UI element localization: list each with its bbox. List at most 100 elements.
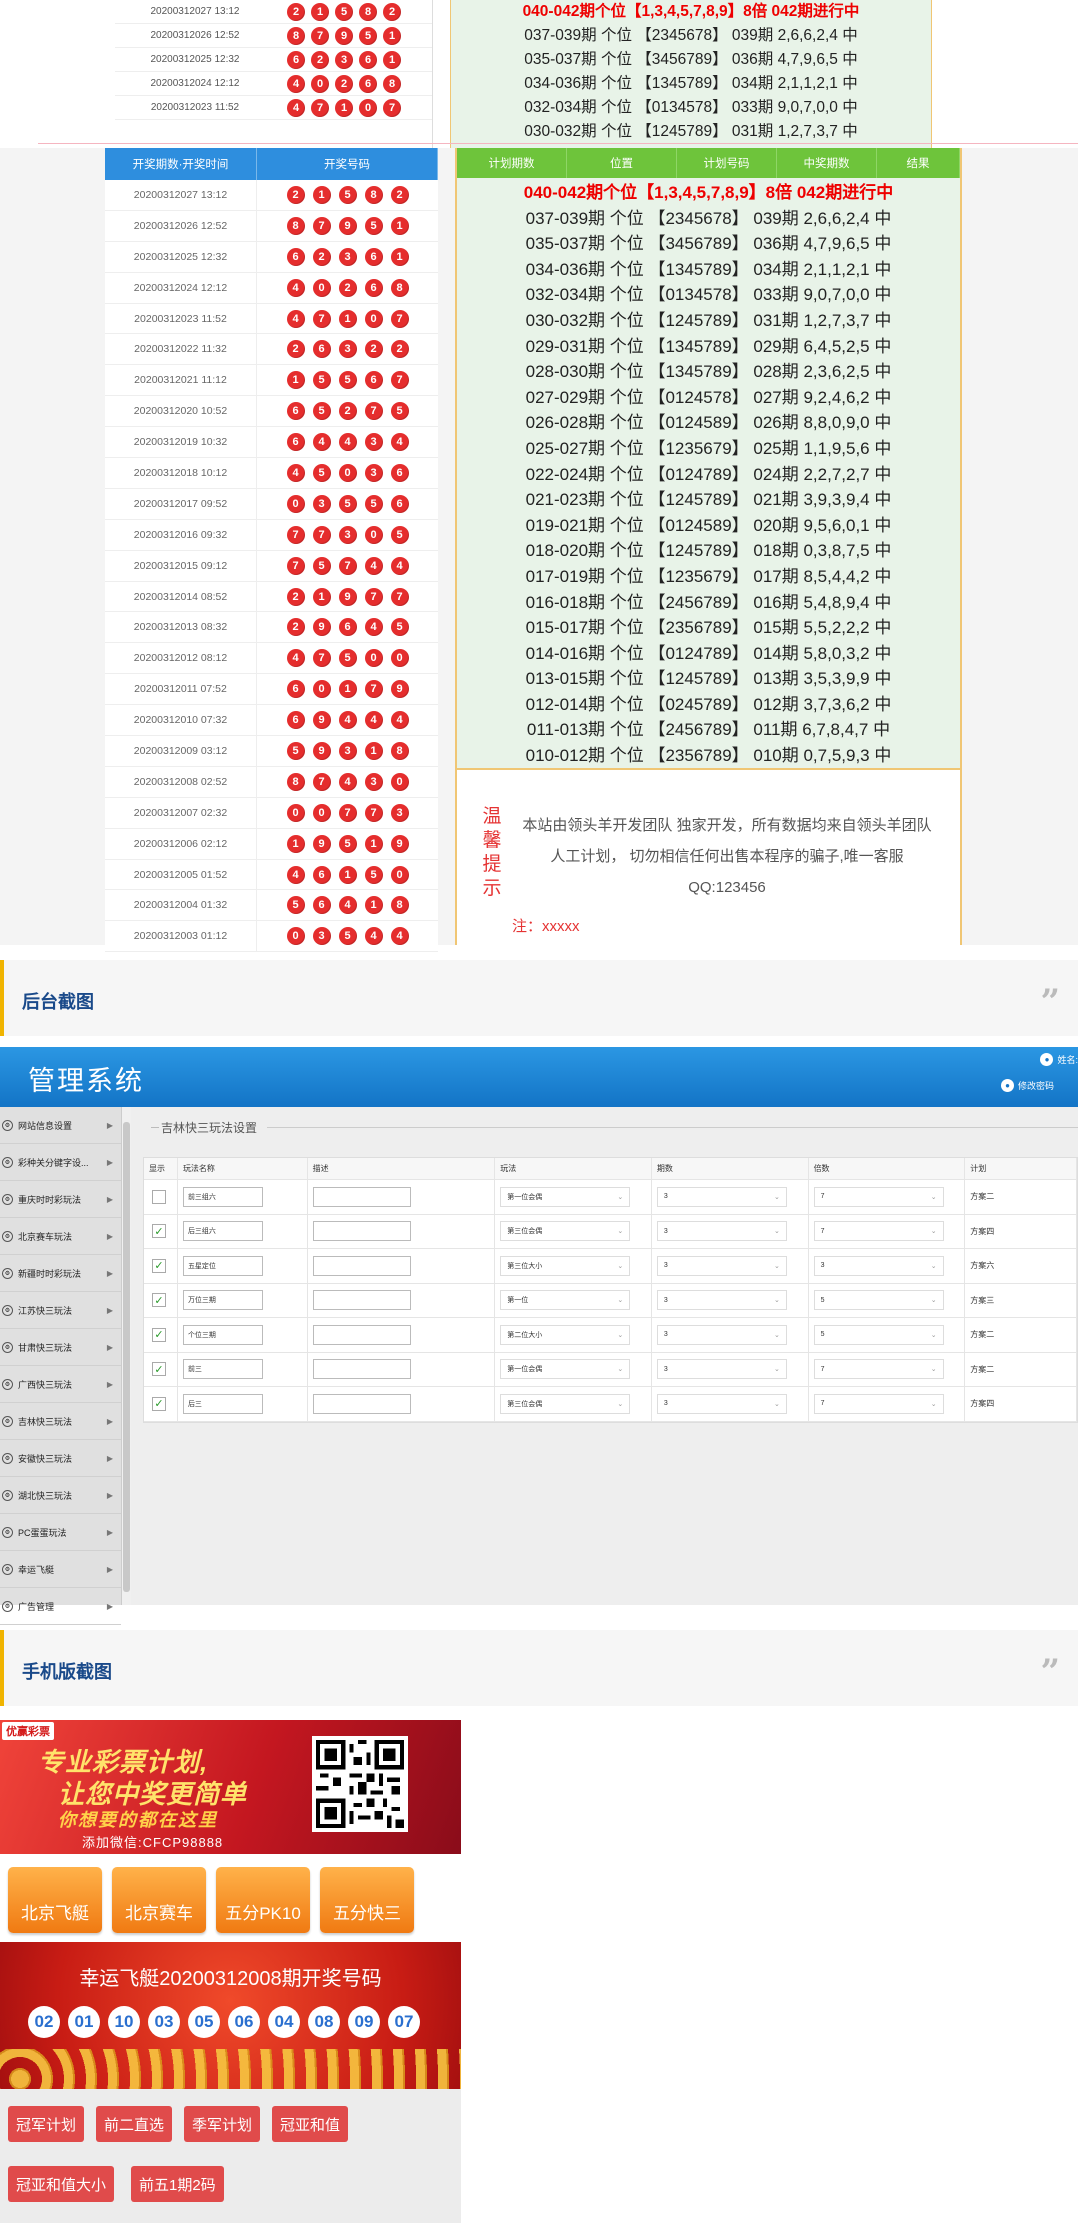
desc-input[interactable]: [312, 1290, 411, 1311]
sidebar-item[interactable]: ⚙ 广告管理 ▶: [0, 1588, 121, 1625]
periods-select[interactable]: 3 ⌄: [656, 1324, 787, 1345]
plan-value[interactable]: 方案二: [970, 1329, 994, 1340]
periods-select[interactable]: 3 ⌄: [656, 1359, 787, 1380]
select-value: 3: [663, 1365, 668, 1373]
desc-input[interactable]: [312, 1186, 411, 1207]
desc-input[interactable]: [312, 1221, 411, 1242]
plan-tab[interactable]: 冠军计划: [8, 2106, 85, 2142]
game-button[interactable]: 北京赛车: [112, 1867, 206, 1933]
table-row: ✓ 前三 第一位会偶 ⌄ 3 ⌄ 7 ⌄ 方案二: [144, 1352, 1077, 1387]
plan-value[interactable]: 方案二: [970, 1191, 994, 1202]
multiple-select[interactable]: 7 ⌄: [813, 1359, 944, 1380]
name-input[interactable]: 万位三期: [182, 1290, 263, 1311]
sidebar-item[interactable]: ⚙ PC蛋蛋玩法 ▶: [0, 1514, 121, 1551]
plan-value[interactable]: 方案四: [970, 1398, 994, 1409]
sidebar-item[interactable]: ⚙ 吉林快三玩法 ▶: [0, 1403, 121, 1440]
name-input[interactable]: 后三: [182, 1393, 263, 1414]
multiple-select[interactable]: 7 ⌄: [813, 1186, 944, 1207]
desc-input[interactable]: [312, 1393, 411, 1414]
show-checkbox[interactable]: ✓: [152, 1293, 166, 1308]
show-checkbox[interactable]: ✓: [152, 1224, 166, 1239]
game-button[interactable]: 北京飞艇: [8, 1867, 102, 1933]
play-select[interactable]: 第三位会偶 ⌄: [500, 1393, 631, 1414]
periods-select[interactable]: 3 ⌄: [656, 1221, 787, 1242]
number-ball: 4: [286, 309, 305, 328]
number-ball: 7: [312, 772, 331, 791]
draw-balls: 62361: [257, 247, 438, 266]
sidebar-item[interactable]: ⚙ 湖北快三玩法 ▶: [0, 1477, 121, 1514]
sidebar-item[interactable]: ⚙ 幸运飞艇 ▶: [0, 1551, 121, 1588]
show-checkbox[interactable]: [152, 1189, 166, 1204]
show-checkbox[interactable]: ✓: [152, 1258, 166, 1273]
game-button[interactable]: 五分快三: [320, 1867, 414, 1933]
desc-input[interactable]: [312, 1255, 411, 1276]
multiple-select[interactable]: 7 ⌄: [813, 1221, 944, 1242]
draw-balls: 65275: [257, 402, 438, 421]
show-checkbox[interactable]: ✓: [152, 1362, 166, 1377]
settings-table: 显示 玩法名称 描述 玩法 期数 倍数 计划 前三组六 第一位会偶 ⌄ 3 ⌄ 7 ⌄ 方案二 ✓ 后三组六第…: [143, 1157, 1078, 1423]
plan-tab[interactable]: 前二直选: [96, 2106, 173, 2142]
sidebar-item[interactable]: ⚙ 网站信息设置 ▶: [0, 1107, 121, 1144]
number-ball: 0: [359, 98, 377, 117]
plan-value[interactable]: 方案三: [970, 1295, 994, 1306]
table-row: 20200312021 11:12 1 5 5 6 7: [105, 365, 438, 397]
number-ball: 6: [286, 680, 305, 699]
sidebar-item[interactable]: ⚙ 彩种关分键字设... ▶: [0, 1144, 121, 1181]
sidebar-item[interactable]: ⚙ 广西快三玩法 ▶: [0, 1366, 121, 1403]
change-password-link[interactable]: ● 修改密码: [1000, 1079, 1054, 1092]
sidebar-item[interactable]: ⚙ 新疆时时彩玩法 ▶: [0, 1255, 121, 1292]
plan-line: 040-042期个位【1,3,4,5,7,8,9】8倍 042期进行中: [523, 183, 894, 202]
name-input[interactable]: 后三组六: [182, 1221, 263, 1242]
show-checkbox[interactable]: ✓: [152, 1327, 166, 1342]
plan-tab[interactable]: 冠亚和值大小: [8, 2166, 115, 2202]
play-select[interactable]: 第三位大小 ⌄: [500, 1255, 631, 1276]
number-ball: 1: [390, 247, 409, 266]
chevron-right-icon: ▶: [106, 1564, 113, 1574]
number-ball: 5: [335, 2, 353, 21]
plan-tab[interactable]: 前五1期2码: [131, 2166, 224, 2202]
sidebar-item[interactable]: ⚙ 甘肃快三玩法 ▶: [0, 1329, 121, 1366]
sidebar-item[interactable]: ⚙ 安徽快三玩法 ▶: [0, 1440, 121, 1477]
chevron-right-icon: ▶: [106, 1416, 113, 1426]
play-select[interactable]: 第一位会偶 ⌄: [500, 1359, 631, 1380]
plan-line: 018-020期 个位 【1245789】 018期 0,3,8,7,5 中: [525, 541, 892, 561]
sidebar-item[interactable]: ⚙ 北京赛车玩法 ▶: [0, 1218, 121, 1255]
multiple-select[interactable]: 5 ⌄: [813, 1290, 944, 1311]
admin-user[interactable]: ● 姓名:: [1040, 1053, 1078, 1066]
number-ball: 5: [364, 494, 383, 513]
sidebar-item[interactable]: ⚙ 重庆时时彩玩法 ▶: [0, 1181, 121, 1218]
play-select[interactable]: 第二位大小 ⌄: [500, 1324, 631, 1345]
periods-select[interactable]: 3 ⌄: [656, 1186, 787, 1207]
multiple-select[interactable]: 3 ⌄: [813, 1255, 944, 1276]
admin-topbar: 管理系统 ● 姓名: ● 修改密码: [0, 1047, 1078, 1107]
name-input[interactable]: 前三: [182, 1359, 263, 1380]
scrollbar-thumb[interactable]: [123, 1122, 130, 1592]
periods-select[interactable]: 3 ⌄: [656, 1255, 787, 1276]
sidebar-scrollbar[interactable]: [122, 1107, 131, 1605]
name-input[interactable]: 五星定位: [182, 1255, 263, 1276]
cell: 3 ⌄: [652, 1214, 809, 1248]
multiple-select[interactable]: 5 ⌄: [813, 1324, 944, 1345]
desc-input[interactable]: [312, 1359, 411, 1380]
number-ball: 4: [286, 463, 305, 482]
name-input[interactable]: 个位三期: [182, 1324, 263, 1345]
promo-banner[interactable]: 优赢彩票 专业彩票计划, 让您中奖更简单 你想要的都在这里 添加微信:CFCP9…: [0, 1720, 461, 1854]
periods-select[interactable]: 3 ⌄: [656, 1290, 787, 1311]
plan-value[interactable]: 方案二: [970, 1364, 994, 1375]
game-button[interactable]: 五分PK10: [216, 1867, 310, 1933]
plan-tab[interactable]: 冠亚和值: [272, 2106, 349, 2142]
name-input[interactable]: 前三组六: [182, 1186, 263, 1207]
show-checkbox[interactable]: ✓: [152, 1396, 166, 1411]
periods-select[interactable]: 3 ⌄: [656, 1393, 787, 1414]
plan-value[interactable]: 方案六: [970, 1260, 994, 1271]
play-select[interactable]: 第一位会偶 ⌄: [500, 1186, 631, 1207]
number-ball: 3: [364, 772, 383, 791]
sidebar-item[interactable]: ⚙ 江苏快三玩法 ▶: [0, 1292, 121, 1329]
multiple-select[interactable]: 7 ⌄: [813, 1393, 944, 1414]
number-ball: 7: [338, 803, 357, 822]
desc-input[interactable]: [312, 1324, 411, 1345]
play-select[interactable]: 第三位会偶 ⌄: [500, 1221, 631, 1242]
plan-value[interactable]: 方案四: [970, 1226, 994, 1237]
plan-tab[interactable]: 季军计划: [184, 2106, 261, 2142]
play-select[interactable]: 第一位 ⌄: [500, 1290, 631, 1311]
